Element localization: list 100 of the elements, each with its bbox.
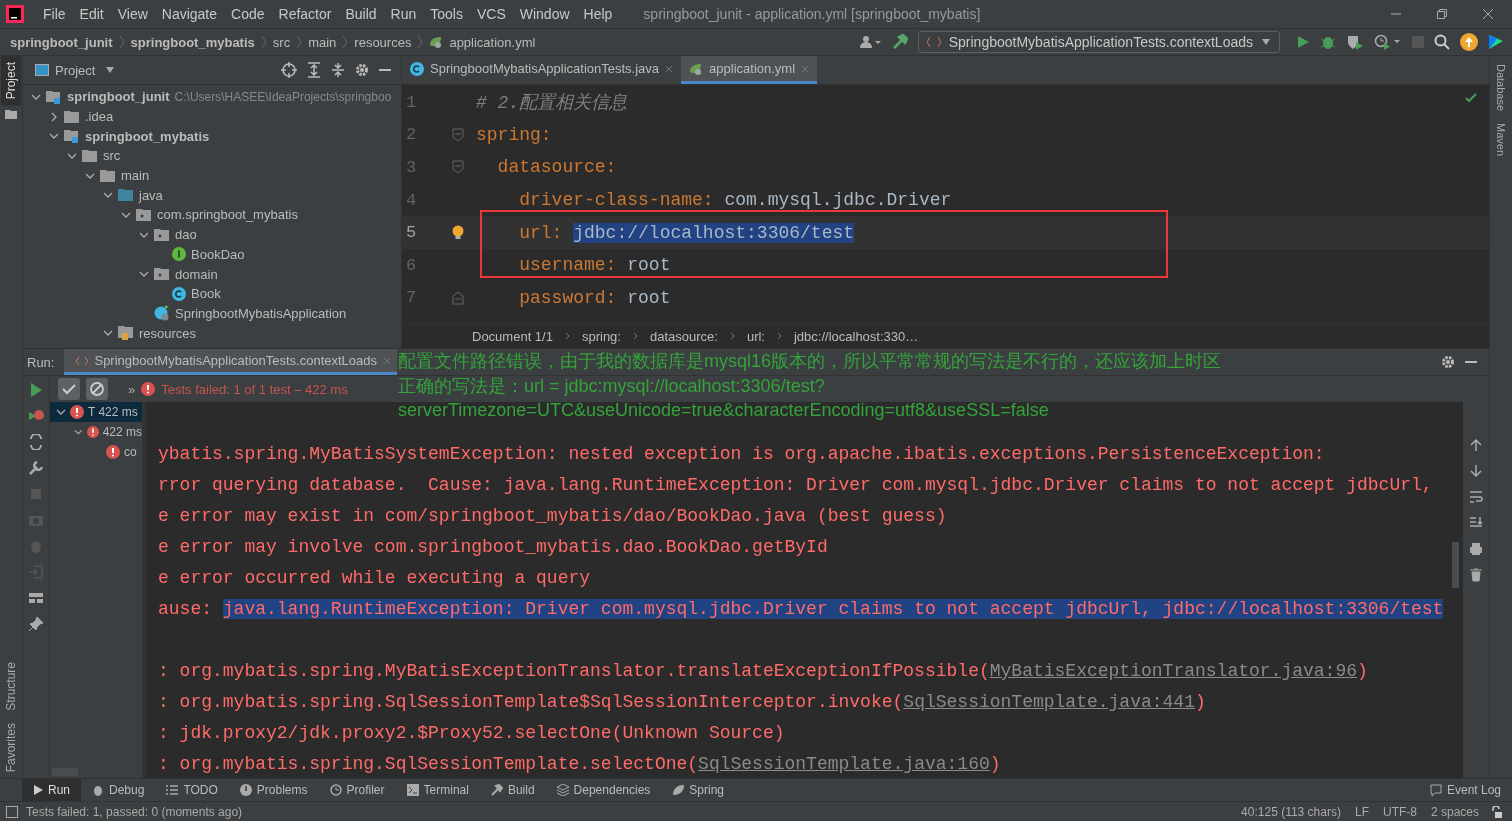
tool-window-tab[interactable]: Debug — [81, 779, 156, 801]
test-tree-row[interactable]: co — [50, 442, 142, 462]
menu-item[interactable]: Window — [512, 6, 577, 22]
show-ignored-toggle[interactable] — [86, 378, 108, 400]
breadcrumb-item[interactable]: springboot_junit — [10, 34, 113, 50]
breadcrumb-item[interactable]: application.yml — [449, 34, 536, 50]
source-link[interactable]: SqlSessionTemplate.java:160 — [698, 754, 990, 774]
expand-all-icon[interactable] — [307, 62, 321, 78]
status-item[interactable]: 2 spaces — [1427, 804, 1482, 819]
test-tree-row[interactable]: 422 ms — [50, 422, 142, 442]
minimize-panel-icon[interactable] — [379, 68, 391, 72]
close-icon[interactable] — [1482, 8, 1494, 20]
trash-icon[interactable] — [1469, 568, 1483, 582]
structure-path-item[interactable]: jdbc://localhost:330… — [793, 328, 919, 344]
menu-item[interactable]: Refactor — [271, 6, 339, 22]
menu-item[interactable]: File — [36, 6, 73, 22]
tree-item[interactable]: java — [139, 187, 163, 203]
hammer-icon[interactable] — [891, 34, 908, 50]
profiler-icon[interactable] — [1374, 34, 1402, 50]
soft-wrap-icon[interactable] — [1469, 490, 1483, 504]
menu-item[interactable]: VCS — [469, 6, 513, 22]
bug-icon[interactable] — [1320, 34, 1336, 50]
editor-tab[interactable]: application.yml — [681, 56, 818, 84]
tool-window-tab[interactable]: Run — [22, 779, 81, 801]
test-tree-row[interactable]: T 422 ms — [50, 402, 142, 422]
tree-item[interactable]: main — [121, 168, 150, 184]
run-icon[interactable] — [28, 382, 44, 398]
menu-item[interactable]: Tools — [423, 6, 470, 22]
breadcrumb-item[interactable]: resources — [354, 34, 412, 50]
breadcrumb-item[interactable]: springboot_mybatis — [130, 34, 255, 50]
user-icon[interactable] — [859, 35, 882, 49]
tree-item[interactable]: dao — [175, 227, 197, 243]
structure-path-item[interactable]: Document 1/1 — [472, 328, 553, 344]
more-button[interactable]: » — [128, 381, 136, 397]
structure-path-item[interactable]: datasource: — [649, 328, 718, 344]
close-icon[interactable] — [665, 64, 674, 73]
status-item[interactable]: 40:125 (113 chars) — [1238, 804, 1344, 819]
source-link[interactable]: SqlSessionTemplate.java:441 — [903, 692, 1195, 712]
status-item[interactable]: UTF-8 — [1379, 804, 1420, 819]
tool-window-tab[interactable]: Maven — [1495, 123, 1507, 157]
tool-window-tab[interactable]: Problems — [228, 779, 319, 801]
run-tab[interactable]: SpringbootMybatisApplicationTests.contextLoads — [64, 349, 398, 375]
up-arrow-icon[interactable] — [1469, 438, 1483, 452]
tree-item[interactable]: Book — [191, 286, 221, 302]
tree-item[interactable]: src — [103, 148, 121, 164]
menu-item[interactable]: Edit — [72, 6, 111, 22]
menu-item[interactable]: Code — [224, 6, 272, 22]
status-item[interactable]: LF — [1351, 804, 1372, 819]
run-icon[interactable] — [1296, 35, 1310, 49]
settings-icon[interactable] — [355, 63, 369, 77]
menu-item[interactable]: Build — [338, 6, 384, 22]
lock-icon[interactable] — [1490, 805, 1502, 818]
chevron-icon[interactable] — [74, 427, 83, 437]
breadcrumb-item[interactable]: main — [308, 34, 337, 50]
structure-path-item[interactable]: spring: — [581, 328, 621, 344]
breadcrumb-item[interactable]: src — [272, 34, 291, 50]
tool-window-tab[interactable]: Project — [1, 56, 21, 106]
scrollbar[interactable] — [1452, 542, 1459, 588]
print-icon[interactable] — [1469, 542, 1483, 556]
project-view-selector[interactable]: Project — [55, 62, 96, 78]
event-log-tab[interactable]: Event Log — [1418, 779, 1512, 801]
menu-item[interactable]: Run — [383, 6, 424, 22]
tool-window-tab[interactable]: Profiler — [318, 779, 396, 801]
tool-window-tab[interactable]: TODO — [155, 779, 229, 801]
settings-icon[interactable] — [1441, 355, 1455, 369]
toggle-auto-test-icon[interactable] — [28, 434, 44, 450]
tree-item[interactable]: BookDao — [191, 246, 245, 262]
tree-item[interactable]: domain — [175, 266, 218, 282]
tool-window-tab[interactable]: Database — [1495, 64, 1507, 112]
chevron-icon[interactable] — [49, 111, 59, 122]
structure-path-item[interactable]: url: — [746, 328, 765, 344]
lightbulb-icon[interactable] — [452, 224, 464, 241]
tool-window-tab[interactable]: Terminal — [395, 779, 480, 801]
pin-icon[interactable] — [28, 616, 44, 632]
editor-tab[interactable]: SpringbootMybatisApplicationTests.java — [402, 56, 682, 84]
menu-item[interactable]: Navigate — [154, 6, 225, 22]
menu-item[interactable]: Help — [576, 6, 620, 22]
tree-item[interactable]: springboot_mybatis — [85, 128, 210, 144]
search-icon[interactable] — [1434, 34, 1450, 50]
tool-window-tab[interactable]: Dependencies — [545, 779, 662, 801]
show-passed-toggle[interactable] — [58, 378, 80, 400]
tool-window-tab[interactable]: Structure — [1, 655, 21, 717]
wrench-icon[interactable] — [28, 460, 44, 476]
tree-item[interactable]: springboot_junit — [67, 89, 170, 105]
tree-item[interactable]: resources — [139, 325, 197, 341]
layout-toggle-icon[interactable] — [6, 805, 18, 818]
minimize-panel-icon[interactable] — [1465, 360, 1477, 364]
source-link[interactable]: MyBatisExceptionTranslator.java:96 — [989, 661, 1357, 681]
run-configuration-dropdown[interactable]: SpringbootMybatisApplicationTests.contextLoads — [917, 31, 1280, 53]
tree-item[interactable]: com.springboot_mybatis — [157, 207, 298, 223]
coverage-icon[interactable] — [1346, 34, 1364, 50]
restore-icon[interactable] — [1436, 8, 1448, 20]
menu-item[interactable]: View — [110, 6, 155, 22]
layout-icon[interactable] — [28, 590, 44, 606]
crosshair-icon[interactable] — [281, 62, 297, 78]
collapse-all-icon[interactable] — [331, 62, 345, 78]
chevron-icon[interactable] — [56, 407, 66, 417]
plugin-logo-icon[interactable] — [1488, 34, 1504, 50]
tool-window-tab[interactable]: Build — [479, 779, 546, 801]
tool-window-tab[interactable]: Favorites — [1, 716, 21, 778]
